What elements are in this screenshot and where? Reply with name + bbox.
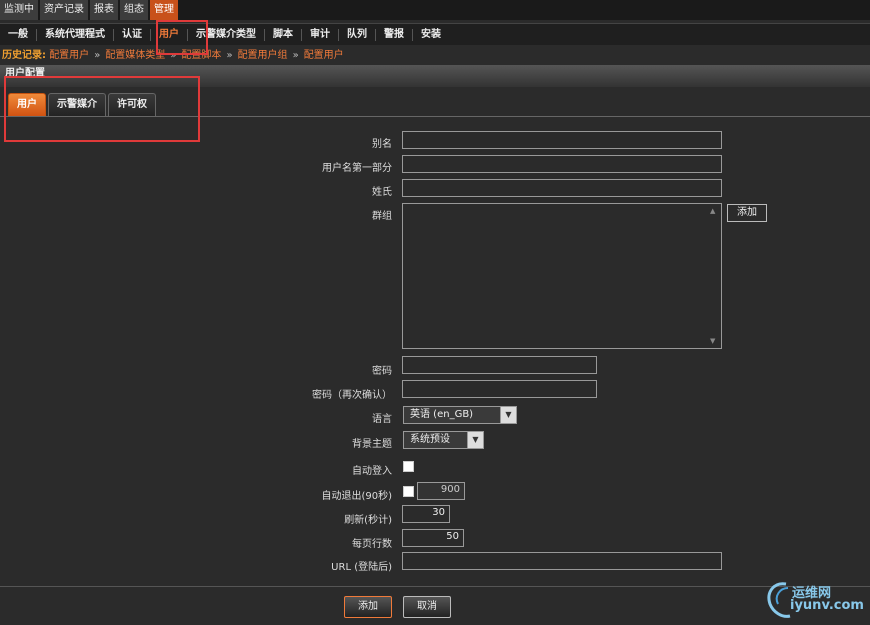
password-confirm-label: 密码（再次确认）	[312, 390, 392, 401]
history-link[interactable]: 配置用户组	[238, 50, 288, 61]
theme-value: 系统预设	[410, 434, 450, 445]
theme-label: 背景主题	[352, 439, 392, 450]
submenu-general[interactable]: 一般	[0, 28, 37, 41]
scroll-up-icon[interactable]: ▲	[710, 207, 715, 215]
submenu-scripts[interactable]: 脚本	[265, 28, 302, 41]
submenu-installation[interactable]: 安装	[413, 29, 449, 41]
alias-input[interactable]	[402, 131, 722, 149]
alias-label: 别名	[372, 139, 392, 150]
surname-input[interactable]	[402, 179, 722, 197]
watermark-text-en: iyunv.com	[790, 598, 864, 613]
password-confirm-input[interactable]	[402, 380, 597, 398]
autologin-checkbox[interactable]	[403, 461, 414, 472]
history-link[interactable]: 配置用户	[304, 50, 344, 61]
chevron-down-icon: ▼	[467, 432, 483, 448]
cancel-button[interactable]: 取消	[403, 596, 451, 618]
url-label: URL (登陆后)	[331, 562, 392, 573]
submenu-users[interactable]: 用户	[151, 28, 188, 41]
submenu-queue[interactable]: 队列	[339, 28, 376, 41]
history-separator: »	[170, 50, 177, 61]
top-tab-reports[interactable]: 报表	[90, 0, 118, 20]
submenu-authentication[interactable]: 认证	[114, 28, 151, 41]
tab-divider	[0, 116, 870, 117]
groups-add-button[interactable]: 添加	[727, 204, 767, 222]
refresh-label: 刷新(秒计)	[344, 515, 392, 526]
password-input[interactable]	[402, 356, 597, 374]
groups-label: 群组	[372, 211, 392, 222]
submenu-media-types[interactable]: 示警媒介类型	[188, 28, 265, 41]
name-input[interactable]	[402, 155, 722, 173]
top-tab-monitoring[interactable]: 监测中	[0, 0, 38, 20]
section-title: 用户配置	[0, 65, 870, 87]
tab-media[interactable]: 示警媒介	[48, 93, 106, 117]
scroll-down-icon[interactable]: ▼	[710, 337, 715, 345]
admin-submenu: 一般 系统代理程式 认证 用户 示警媒介类型 脚本 审计 队列 警报 安装	[0, 23, 870, 45]
theme-select[interactable]: 系统预设 ▼	[403, 431, 484, 449]
surname-label: 姓氏	[372, 187, 392, 198]
groups-scrollbar[interactable]: ▲ ▼	[707, 204, 721, 348]
tab-user[interactable]: 用户	[8, 93, 46, 117]
top-tab-inventory[interactable]: 资产记录	[40, 0, 88, 20]
url-input[interactable]	[402, 552, 722, 570]
top-tab-bar: 监测中 资产记录 报表 组态 管理	[0, 0, 870, 20]
refresh-input[interactable]: 30	[402, 505, 450, 523]
form-tabs: 用户 示警媒介 许可权	[8, 93, 158, 117]
rows-per-page-label: 每页行数	[352, 539, 392, 550]
history-breadcrumb: 历史记录: 配置用户 » 配置媒体类型 » 配置脚本 » 配置用户组 » 配置用户	[0, 48, 870, 64]
history-separator: »	[94, 50, 101, 61]
top-tab-configuration[interactable]: 组态	[120, 0, 148, 20]
name-label: 用户名第一部分	[322, 163, 392, 174]
language-select[interactable]: 英语 (en_GB) ▼	[403, 406, 517, 424]
history-link[interactable]: 配置脚本	[181, 50, 221, 61]
autologout-label: 自动退出(90秒)	[321, 491, 392, 502]
language-label: 语言	[372, 414, 392, 425]
submenu-notifications[interactable]: 警报	[376, 28, 413, 41]
autologout-checkbox[interactable]	[403, 486, 414, 497]
chevron-down-icon: ▼	[500, 407, 516, 423]
submenu-audit[interactable]: 审计	[302, 28, 339, 41]
tab-permissions[interactable]: 许可权	[108, 93, 156, 117]
autologin-label: 自动登入	[352, 466, 392, 477]
top-tab-administration[interactable]: 管理	[150, 0, 178, 20]
history-link[interactable]: 配置媒体类型	[105, 50, 165, 61]
add-button[interactable]: 添加	[344, 596, 392, 618]
history-label: 历史记录:	[2, 50, 46, 61]
password-label: 密码	[372, 366, 392, 377]
footer-divider	[0, 586, 870, 587]
submenu-proxies[interactable]: 系统代理程式	[37, 28, 114, 41]
history-separator: »	[226, 50, 233, 61]
history-link[interactable]: 配置用户	[49, 50, 89, 61]
groups-list[interactable]: ▲ ▼	[402, 203, 722, 349]
rows-per-page-input[interactable]: 50	[402, 529, 464, 547]
autologout-input[interactable]: 900	[417, 482, 465, 500]
watermark-logo: 运维网 iyunv.com	[764, 578, 868, 622]
language-value: 英语 (en_GB)	[410, 409, 474, 420]
history-separator: »	[292, 50, 299, 61]
